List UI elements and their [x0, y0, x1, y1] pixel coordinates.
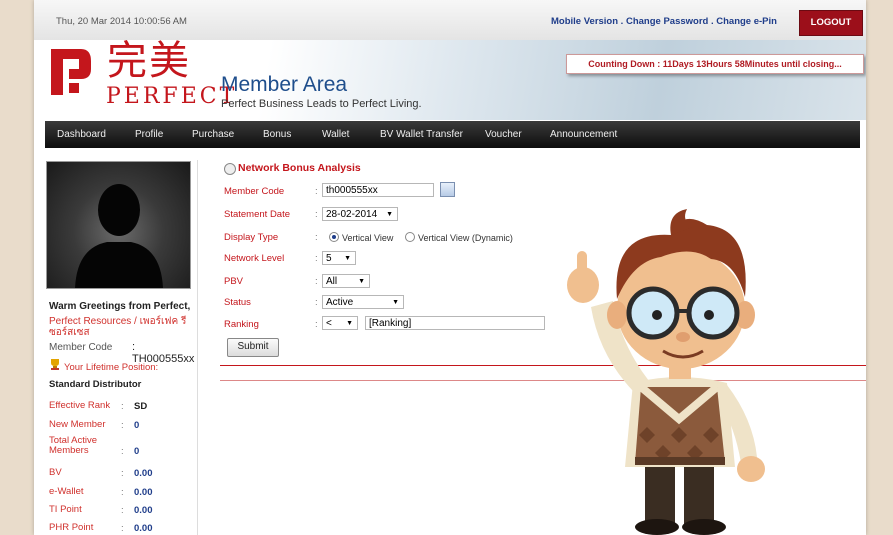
- statement-date-label: Statement Date: [224, 209, 291, 220]
- stat-label-total-active-members: Total Active Members: [49, 435, 98, 456]
- nav-item-bonus[interactable]: Bonus: [263, 121, 291, 148]
- stat-value-bv: 0.00: [134, 468, 153, 479]
- submit-button[interactable]: Submit: [227, 338, 279, 357]
- page-title: Member Area: [221, 73, 348, 96]
- section-title: Network Bonus Analysis: [238, 162, 361, 174]
- nav-item-wallet[interactable]: Wallet: [322, 121, 349, 148]
- ranking-input[interactable]: [Ranking]: [365, 316, 545, 330]
- status-select[interactable]: Active ▼: [322, 295, 404, 309]
- stat-colon: :: [121, 420, 124, 431]
- nav-item-bv-wallet-transfer[interactable]: BV Wallet Transfer: [380, 121, 463, 148]
- stat-value-e-wallet: 0.00: [134, 487, 153, 498]
- field-colon: :: [315, 232, 318, 243]
- lookup-icon[interactable]: [440, 182, 455, 197]
- dropdown-arrow-icon: ▼: [344, 255, 351, 262]
- pbv-select[interactable]: All ▼: [322, 274, 370, 288]
- stat-colon: :: [121, 487, 124, 498]
- field-colon: :: [315, 297, 318, 308]
- member-code-label: Member Code: [49, 342, 113, 353]
- status-value: Active: [326, 297, 354, 308]
- top-links: Mobile Version . Change Password . Chang…: [551, 16, 777, 27]
- change-password-link[interactable]: Change Password: [626, 16, 708, 27]
- member-code-field-label: Member Code: [224, 186, 285, 197]
- sidebar: Warm Greetings from Perfect, Perfect Res…: [45, 160, 198, 535]
- stat-label-e-wallet: e-Wallet: [49, 486, 84, 497]
- stat-colon: :: [121, 468, 124, 479]
- stat-label-phr-point: PHR Point: [49, 522, 94, 533]
- link-separator: .: [618, 16, 626, 27]
- dropdown-arrow-icon: ▼: [392, 299, 399, 306]
- greeting: Warm Greetings from Perfect,: [49, 301, 191, 312]
- cartoon-character-illustration: [567, 209, 765, 535]
- nav-item-announcement[interactable]: Announcement: [550, 121, 617, 148]
- stat-label-ti-point: TI Point: [49, 504, 82, 515]
- logo-chinese: 完美: [107, 38, 191, 84]
- field-colon: :: [315, 209, 318, 220]
- stat-colon: :: [121, 446, 124, 457]
- lifetime-position-label: Your Lifetime Position:: [64, 362, 159, 373]
- section-bullet-icon: [224, 163, 236, 175]
- datetime: Thu, 20 Mar 2014 10:00:56 AM: [56, 16, 187, 27]
- stat-value-total-active-members: 0: [134, 446, 140, 457]
- statement-date-select[interactable]: 28-02-2014 ▼: [322, 207, 398, 221]
- radio-vertical-view-dynamic[interactable]: [405, 232, 415, 242]
- logo-mark-icon: [51, 49, 91, 95]
- tagline: Perfect Business Leads to Perfect Living…: [221, 98, 422, 110]
- pbv-value: All: [326, 276, 338, 287]
- logo-english: PERFECT: [106, 84, 238, 109]
- field-colon: :: [315, 319, 318, 330]
- logout-button[interactable]: LOGOUT: [799, 10, 863, 36]
- pbv-label: PBV: [224, 276, 244, 287]
- dropdown-arrow-icon: ▼: [358, 278, 365, 285]
- field-colon: :: [315, 253, 318, 264]
- stat-value-new-member: 0: [134, 420, 140, 431]
- field-colon: :: [315, 186, 318, 197]
- stat-colon: :: [121, 523, 124, 534]
- trophy-icon: [51, 359, 59, 370]
- silhouette-icon: [75, 184, 163, 288]
- network-level-select[interactable]: 5 ▼: [322, 251, 356, 265]
- ranking-operator-value: <: [326, 318, 332, 329]
- radio-label-vertical-view: Vertical View: [342, 233, 394, 243]
- change-epin-link[interactable]: Change e-Pin: [716, 16, 777, 27]
- page: Thu, 20 Mar 2014 10:00:56 AM Mobile Vers…: [34, 0, 866, 535]
- radio-label-vertical-view-dynamic: Vertical View (Dynamic): [418, 233, 513, 243]
- nav-item-purchase[interactable]: Purchase: [192, 121, 234, 148]
- main-nav: Dashboard Profile Purchase Bonus Wallet …: [45, 121, 860, 148]
- top-bar: Thu, 20 Mar 2014 10:00:56 AM Mobile Vers…: [34, 0, 866, 41]
- stat-label-new-member: New Member: [49, 419, 106, 430]
- member-code-input[interactable]: th000555xx: [322, 183, 434, 197]
- countdown-banner: Counting Down : 11Days 13Hours 58Minutes…: [566, 54, 864, 74]
- stat-label-bv: BV: [49, 467, 62, 478]
- dropdown-arrow-icon: ▼: [386, 211, 393, 218]
- stat-colon: :: [121, 505, 124, 516]
- display-type-label: Display Type: [224, 232, 279, 243]
- avatar: [46, 161, 191, 289]
- resources-name: Perfect Resources / เพอร์เฟค รีซอร์สเซส: [49, 316, 187, 338]
- stat-label-effective-rank: Effective Rank: [49, 400, 111, 411]
- field-colon: :: [315, 276, 318, 287]
- dropdown-arrow-icon: ▼: [346, 320, 353, 327]
- stat-value-phr-point: 0.00: [134, 523, 153, 534]
- nav-item-dashboard[interactable]: Dashboard: [57, 121, 106, 148]
- mobile-version-link[interactable]: Mobile Version: [551, 16, 618, 27]
- nav-item-voucher[interactable]: Voucher: [485, 121, 522, 148]
- stat-colon: :: [121, 401, 124, 412]
- network-level-label: Network Level: [224, 253, 285, 264]
- radio-vertical-view[interactable]: [329, 232, 339, 242]
- status-label: Status: [224, 297, 251, 308]
- nav-item-profile[interactable]: Profile: [135, 121, 163, 148]
- lifetime-position-value: Standard Distributor: [49, 379, 142, 390]
- statement-date-value: 28-02-2014: [326, 209, 378, 220]
- ranking-label: Ranking: [224, 319, 259, 330]
- stat-value-ti-point: 0.00: [134, 505, 153, 516]
- stat-value-effective-rank: SD: [134, 401, 148, 412]
- network-level-value: 5: [326, 253, 332, 264]
- ranking-operator-select[interactable]: < ▼: [322, 316, 358, 330]
